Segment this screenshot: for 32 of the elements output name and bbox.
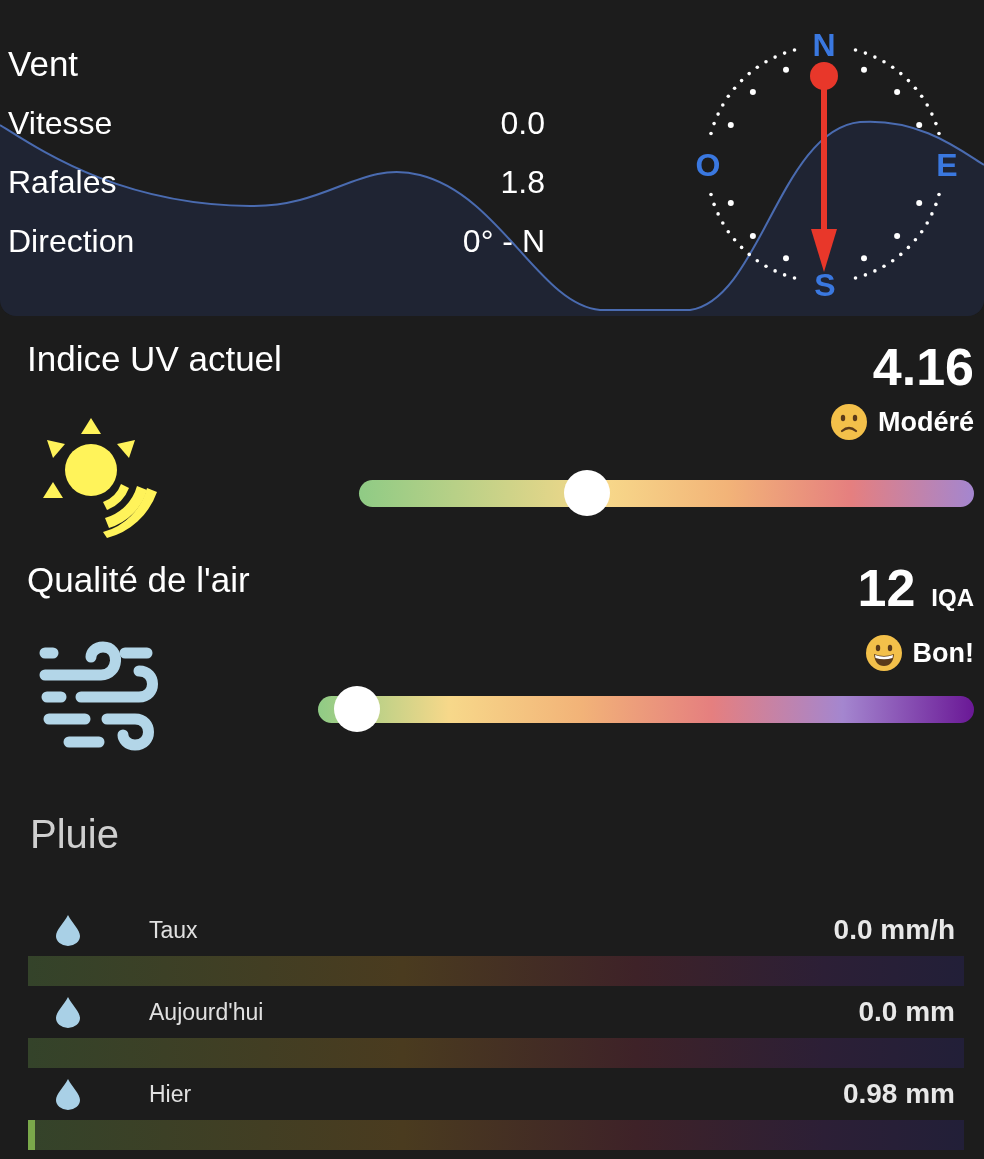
drop-icon (55, 1078, 81, 1110)
rain-label: Aujourd'hui (149, 997, 264, 1027)
gauge-unit: IQA (931, 583, 974, 613)
gauge-slider[interactable] (318, 685, 974, 732)
row-label: Rafales (8, 163, 117, 202)
gauge-title: Qualité de l'air (27, 559, 251, 601)
rain-label: Hier (149, 1079, 192, 1109)
section-title: Pluie (29, 811, 120, 858)
gauge-slider[interactable] (359, 469, 974, 516)
gauge-rating: Bon! (912, 637, 974, 670)
gauge-value: 4.16 (872, 337, 974, 398)
frown-icon (829, 403, 868, 442)
rain-value: 0.0 mm (858, 995, 955, 1029)
row-label: Vitesse (8, 104, 113, 143)
gauge-title: Indice UV actuel (27, 338, 283, 380)
row-value: 0° - N (462, 222, 545, 261)
compass-label: O (695, 147, 721, 183)
drop-icon (55, 996, 81, 1028)
rain-value: 0.0 mm/h (833, 913, 955, 947)
compass-label: N (812, 27, 836, 63)
row-value: 0.0 (500, 104, 545, 143)
grin-icon (864, 634, 903, 673)
rain-value: 0.98 mm (842, 1077, 955, 1111)
rain-label: Taux (149, 915, 198, 945)
row-value: 1.8 (500, 163, 545, 202)
drop-icon (55, 914, 81, 946)
gauge-value: 12 (857, 558, 916, 619)
compass-label: S (814, 267, 836, 303)
row-label: Direction (8, 222, 135, 261)
card-title: Vent (8, 43, 80, 85)
gauge-rating: Modéré (877, 406, 974, 439)
compass-label: E (936, 147, 958, 183)
